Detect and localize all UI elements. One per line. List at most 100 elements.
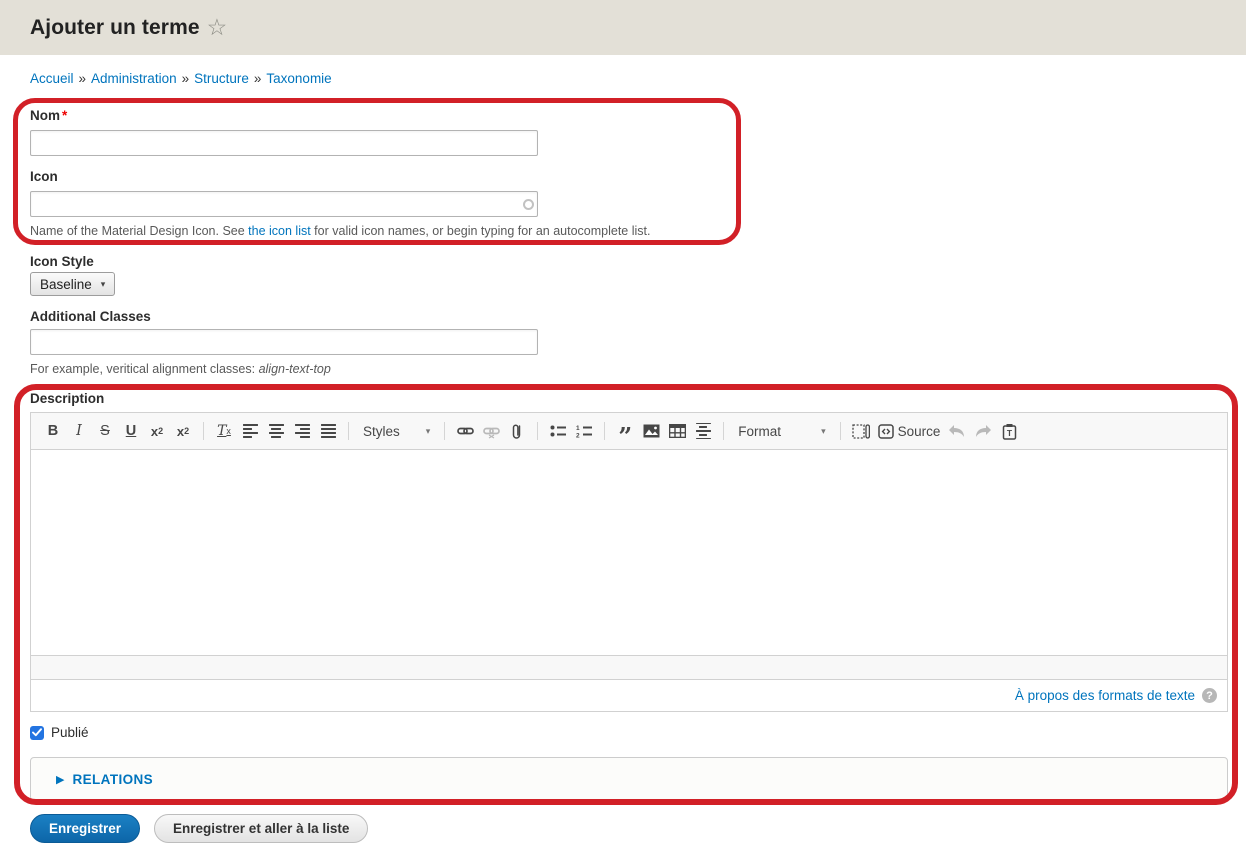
toolbar-separator bbox=[537, 422, 538, 440]
justify-button[interactable] bbox=[316, 419, 340, 443]
check-icon bbox=[32, 728, 42, 737]
icon-style-select[interactable]: Baseline ▾ bbox=[30, 272, 115, 296]
link-button[interactable] bbox=[453, 419, 477, 443]
unlink-icon bbox=[483, 423, 500, 439]
published-checkbox[interactable] bbox=[30, 726, 44, 740]
nom-label: Nom* bbox=[30, 108, 67, 123]
breadcrumb: Accueil » Administration » Structure » Taxonom… bbox=[30, 71, 332, 86]
chevron-down-icon: ▾ bbox=[821, 426, 826, 437]
align-left-icon bbox=[243, 424, 258, 438]
unlink-button[interactable] bbox=[479, 419, 503, 443]
class-example: align-text-top bbox=[259, 362, 331, 376]
editor-toolbar: B I S U x2 x2 Tx Styles ▾ bbox=[31, 413, 1227, 450]
collapsed-triangle-icon: ▶ bbox=[56, 773, 64, 786]
show-blocks-icon bbox=[852, 424, 870, 439]
toolbar-separator bbox=[840, 422, 841, 440]
format-dropdown[interactable]: Format ▾ bbox=[732, 419, 831, 443]
toolbar-separator bbox=[203, 422, 204, 440]
svg-text:1: 1 bbox=[576, 425, 580, 432]
numbered-list-button[interactable]: 12 bbox=[572, 419, 596, 443]
svg-text:T: T bbox=[1007, 428, 1013, 438]
attach-file-button[interactable] bbox=[505, 419, 529, 443]
chevron-down-icon: ▾ bbox=[426, 426, 431, 437]
published-field: Publié bbox=[30, 725, 89, 740]
blockquote-button[interactable]: ” bbox=[613, 419, 637, 443]
breadcrumb-link-administration[interactable]: Administration bbox=[91, 71, 177, 86]
autocomplete-spinner-icon bbox=[523, 199, 534, 210]
strikethrough-button[interactable]: S bbox=[93, 419, 117, 443]
save-button[interactable]: Enregistrer bbox=[30, 814, 140, 843]
horizontal-rule-button[interactable] bbox=[691, 419, 715, 443]
additional-classes-label: Additional Classes bbox=[30, 309, 151, 324]
icon-style-selected-value: Baseline bbox=[40, 277, 92, 292]
table-icon bbox=[669, 424, 686, 438]
favorite-star-icon[interactable]: ☆ bbox=[207, 16, 228, 39]
show-blocks-button[interactable] bbox=[849, 419, 873, 443]
underline-button[interactable]: U bbox=[119, 419, 143, 443]
breadcrumb-separator: » bbox=[182, 71, 190, 86]
page-header: Ajouter un terme ☆ bbox=[0, 0, 1246, 55]
additional-classes-help-text: For example, veritical alignment classes… bbox=[30, 362, 331, 376]
styles-dropdown[interactable]: Styles ▾ bbox=[357, 419, 436, 443]
toolbar-separator bbox=[444, 422, 445, 440]
breadcrumb-link-taxonomie[interactable]: Taxonomie bbox=[266, 71, 331, 86]
paste-text-button[interactable]: T bbox=[997, 419, 1021, 443]
annotation-highlight-name-icon bbox=[13, 98, 741, 245]
save-and-go-to-list-button[interactable]: Enregistrer et aller à la liste bbox=[154, 814, 368, 843]
relations-legend[interactable]: RELATIONS bbox=[72, 772, 153, 787]
paperclip-icon bbox=[510, 423, 524, 440]
svg-text:2: 2 bbox=[576, 433, 580, 439]
redo-button[interactable] bbox=[971, 419, 995, 443]
bold-button[interactable]: B bbox=[41, 419, 65, 443]
icon-style-label: Icon Style bbox=[30, 254, 94, 269]
text-format-row: À propos des formats de texte ? bbox=[31, 679, 1227, 711]
horizontal-rule-icon bbox=[696, 423, 711, 440]
remove-format-button[interactable]: Tx bbox=[212, 419, 236, 443]
align-right-icon bbox=[295, 424, 310, 438]
source-button[interactable]: Source bbox=[875, 419, 944, 443]
chevron-down-icon: ▾ bbox=[101, 279, 106, 290]
published-label: Publié bbox=[51, 725, 89, 740]
toolbar-separator bbox=[348, 422, 349, 440]
breadcrumb-separator: » bbox=[79, 71, 87, 86]
insert-image-button[interactable] bbox=[639, 419, 663, 443]
undo-icon bbox=[948, 424, 966, 438]
subscript-button[interactable]: x2 bbox=[171, 419, 195, 443]
form-actions: Enregistrer Enregistrer et aller à la li… bbox=[30, 814, 368, 843]
toolbar-separator bbox=[604, 422, 605, 440]
italic-button[interactable]: I bbox=[67, 419, 91, 443]
help-question-icon: ? bbox=[1202, 688, 1217, 703]
icon-help-text: Name of the Material Design Icon. See th… bbox=[30, 224, 650, 238]
justify-icon bbox=[321, 424, 336, 438]
required-marker: * bbox=[62, 108, 67, 123]
add-term-page: Ajouter un terme ☆ Accueil » Administratio… bbox=[0, 0, 1246, 858]
align-center-icon bbox=[269, 424, 284, 438]
nom-input[interactable] bbox=[30, 130, 538, 156]
numbered-list-icon: 12 bbox=[576, 424, 593, 438]
redo-icon bbox=[974, 424, 992, 438]
superscript-button[interactable]: x2 bbox=[145, 419, 169, 443]
insert-table-button[interactable] bbox=[665, 419, 689, 443]
bullet-list-icon bbox=[550, 424, 567, 438]
undo-button[interactable] bbox=[945, 419, 969, 443]
editor-path-bar bbox=[31, 655, 1227, 679]
icon-list-link[interactable]: the icon list bbox=[248, 224, 311, 238]
link-icon bbox=[457, 423, 474, 439]
additional-classes-input[interactable] bbox=[30, 329, 538, 355]
description-wysiwyg-editor: B I S U x2 x2 Tx Styles ▾ bbox=[30, 412, 1228, 712]
breadcrumb-link-accueil[interactable]: Accueil bbox=[30, 71, 74, 86]
align-left-button[interactable] bbox=[238, 419, 262, 443]
align-right-button[interactable] bbox=[290, 419, 314, 443]
align-center-button[interactable] bbox=[264, 419, 288, 443]
relations-fieldset[interactable]: ▶ RELATIONS bbox=[30, 757, 1228, 801]
icon-autocomplete-input[interactable] bbox=[30, 191, 538, 217]
breadcrumb-link-structure[interactable]: Structure bbox=[194, 71, 249, 86]
description-label: Description bbox=[30, 391, 104, 406]
page-title: Ajouter un terme bbox=[30, 16, 200, 40]
icon-label: Icon bbox=[30, 169, 58, 184]
bullet-list-button[interactable] bbox=[546, 419, 570, 443]
about-text-formats-link[interactable]: À propos des formats de texte bbox=[1015, 688, 1195, 703]
editor-content-area[interactable] bbox=[31, 450, 1227, 655]
breadcrumb-separator: » bbox=[254, 71, 262, 86]
image-icon bbox=[643, 424, 660, 438]
